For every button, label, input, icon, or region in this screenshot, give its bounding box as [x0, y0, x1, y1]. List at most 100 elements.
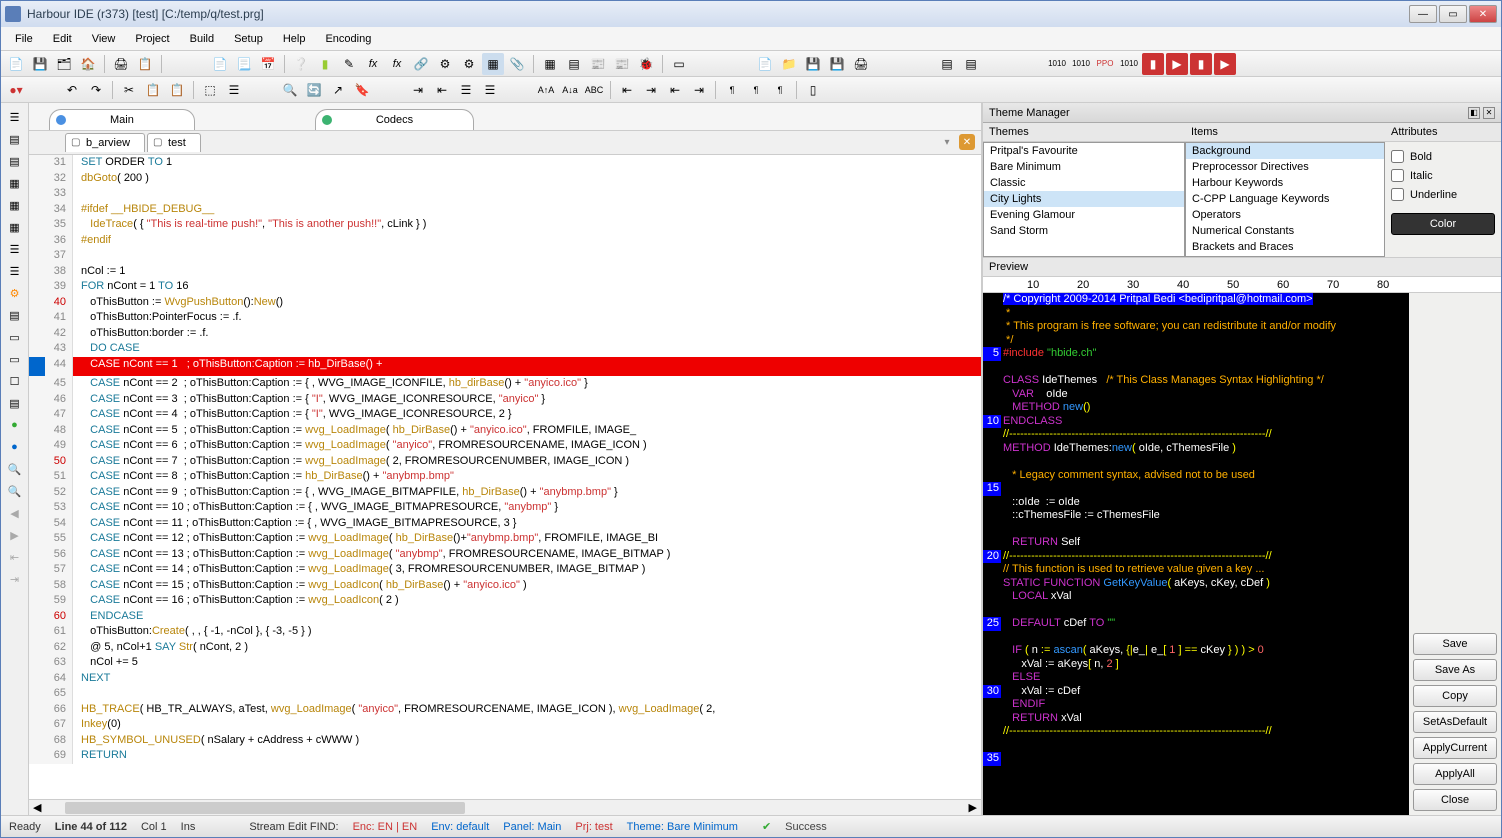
code-line[interactable]: 65: [29, 686, 981, 702]
scrollbar-horizontal[interactable]: ◀▶: [29, 799, 981, 815]
tab-list-icon[interactable]: ▾: [939, 134, 955, 150]
syntax-item[interactable]: C-CPP Language Keywords: [1186, 191, 1384, 207]
ppo-icon[interactable]: PPO: [1094, 53, 1116, 75]
copy-icon[interactable]: 📋: [142, 79, 164, 101]
gutter-icon[interactable]: ◀: [5, 503, 25, 523]
window-icon[interactable]: ▭: [668, 53, 690, 75]
code-line[interactable]: 64NEXT: [29, 671, 981, 687]
menu-project[interactable]: Project: [125, 29, 179, 49]
code-line[interactable]: 34#ifdef __HBIDE_DEBUG__: [29, 202, 981, 218]
form3-icon[interactable]: ▤: [960, 53, 982, 75]
save-button[interactable]: Save: [1413, 633, 1497, 655]
attach-icon[interactable]: 📎: [506, 53, 528, 75]
indent5-icon[interactable]: ⇥: [688, 79, 710, 101]
gutter-icon[interactable]: ▭: [5, 327, 25, 347]
paste-icon[interactable]: 📋: [166, 79, 188, 101]
themes-list[interactable]: Pritpal's FavouriteBare MinimumClassicCi…: [983, 142, 1185, 257]
applycurrent-button[interactable]: ApplyCurrent: [1413, 737, 1497, 759]
tab-codecs[interactable]: Codecs: [315, 109, 474, 130]
save-icon[interactable]: 💾: [29, 53, 51, 75]
code-line[interactable]: 37: [29, 248, 981, 264]
bug-icon[interactable]: 🐞: [635, 53, 657, 75]
preview-icon[interactable]: 📋: [134, 53, 156, 75]
disk-icon[interactable]: 💾: [802, 53, 824, 75]
code-line[interactable]: 35 IdeTrace( { "This is real-time push!"…: [29, 217, 981, 233]
code-line[interactable]: 32dbGoto( 200 ): [29, 171, 981, 187]
code-line[interactable]: 41 oThisButton:PointerFocus := .f.: [29, 310, 981, 326]
italic-checkbox[interactable]: Italic: [1391, 169, 1495, 182]
gutter-icon[interactable]: ▤: [5, 393, 25, 413]
edit-icon[interactable]: ✎: [338, 53, 360, 75]
gutter-icon[interactable]: ⇤: [5, 547, 25, 567]
theme-item[interactable]: Bare Minimum: [984, 159, 1184, 175]
file-tab[interactable]: test: [147, 133, 201, 152]
gutter-icon[interactable]: ☰: [5, 107, 25, 127]
code-line[interactable]: 66HB_TRACE( HB_TR_ALWAYS, aTest, wvg_Loa…: [29, 702, 981, 718]
code-line[interactable]: 53 CASE nCont == 10 ; oThisButton:Captio…: [29, 500, 981, 516]
gutter-icon[interactable]: ●: [5, 415, 25, 435]
theme-item[interactable]: Pritpal's Favourite: [984, 143, 1184, 159]
maximize-button[interactable]: ▭: [1439, 5, 1467, 23]
theme-item[interactable]: Classic: [984, 175, 1184, 191]
spell-icon[interactable]: ABC: [583, 79, 605, 101]
code-line[interactable]: 43 DO CASE: [29, 341, 981, 357]
replace-icon[interactable]: 🔄: [303, 79, 325, 101]
code-line[interactable]: 62 @ 5, nCol+1 SAY Str( nCont, 2 ): [29, 640, 981, 656]
menu-help[interactable]: Help: [273, 29, 316, 49]
gutter-icon[interactable]: ▤: [5, 151, 25, 171]
code-line[interactable]: 49 CASE nCont == 6 ; oThisButton:Caption…: [29, 438, 981, 454]
file-tab[interactable]: b_arview: [65, 133, 145, 152]
new-file-icon[interactable]: 📄: [5, 53, 27, 75]
items-list[interactable]: BackgroundPreprocessor DirectivesHarbour…: [1185, 142, 1385, 257]
syntax-item[interactable]: Preprocessor Directives: [1186, 159, 1384, 175]
redo-icon[interactable]: ↷: [85, 79, 107, 101]
gutter-icon[interactable]: ▦: [5, 217, 25, 237]
disk2-icon[interactable]: 💾: [826, 53, 848, 75]
indent4-icon[interactable]: ⇤: [664, 79, 686, 101]
table-icon[interactable]: ▦: [482, 53, 504, 75]
align-icon[interactable]: ☰: [455, 79, 477, 101]
code-editor[interactable]: 31SET ORDER TO 132dbGoto( 200 )3334#ifde…: [29, 155, 981, 799]
code-line[interactable]: 58 CASE nCont == 15 ; oThisButton:Captio…: [29, 578, 981, 594]
gear2-icon[interactable]: ⚙: [458, 53, 480, 75]
minimize-button[interactable]: —: [1409, 5, 1437, 23]
find-icon[interactable]: 🔍: [279, 79, 301, 101]
code-line[interactable]: 31SET ORDER TO 1: [29, 155, 981, 171]
stop-icon[interactable]: ●▾: [5, 79, 27, 101]
red1-icon[interactable]: ▮: [1142, 53, 1164, 75]
print-icon[interactable]: 🖨: [110, 53, 132, 75]
code-line[interactable]: 60 ENDCASE: [29, 609, 981, 625]
outdent-icon[interactable]: ⇤: [431, 79, 453, 101]
code-line[interactable]: 68HB_SYMBOL_UNUSED( nSalary + cAddress +…: [29, 733, 981, 749]
binary3-icon[interactable]: 1010: [1118, 53, 1140, 75]
folder-icon[interactable]: 📁: [778, 53, 800, 75]
zoom-in-icon[interactable]: 🔍: [5, 459, 25, 479]
help-icon[interactable]: ❔: [290, 53, 312, 75]
report2-icon[interactable]: 📰: [611, 53, 633, 75]
gutter-icon[interactable]: ☰: [5, 261, 25, 281]
code-line[interactable]: 38nCol := 1: [29, 264, 981, 280]
indent3-icon[interactable]: ⇥: [640, 79, 662, 101]
code-line[interactable]: 47 CASE nCont == 4 ; oThisButton:Caption…: [29, 407, 981, 423]
close-button[interactable]: Close: [1413, 789, 1497, 811]
menu-edit[interactable]: Edit: [43, 29, 82, 49]
print2-icon[interactable]: 🖨: [850, 53, 872, 75]
setasdefault-button[interactable]: SetAsDefault: [1413, 711, 1497, 733]
menu-file[interactable]: File: [5, 29, 43, 49]
divider-icon[interactable]: ▯: [802, 79, 824, 101]
calendar-icon[interactable]: 📅: [257, 53, 279, 75]
code-line[interactable]: 45 CASE nCont == 2 ; oThisButton:Caption…: [29, 376, 981, 392]
gutter-icon[interactable]: ▦: [5, 195, 25, 215]
doc-icon[interactable]: 📄: [209, 53, 231, 75]
code-line[interactable]: 67Inkey(0): [29, 717, 981, 733]
code-line[interactable]: 36#endif: [29, 233, 981, 249]
code-line[interactable]: 51 CASE nCont == 8 ; oThisButton:Caption…: [29, 469, 981, 485]
gutter-icon[interactable]: ⇥: [5, 569, 25, 589]
link-icon[interactable]: 🔗: [410, 53, 432, 75]
zoom-out-icon[interactable]: 🔍: [5, 481, 25, 501]
cut-icon[interactable]: ✂: [118, 79, 140, 101]
gutter-icon[interactable]: ▤: [5, 129, 25, 149]
select2-icon[interactable]: ☰: [223, 79, 245, 101]
syntax-item[interactable]: Brackets and Braces: [1186, 239, 1384, 255]
code-line[interactable]: 40 oThisButton := WvgPushButton():New(): [29, 295, 981, 311]
